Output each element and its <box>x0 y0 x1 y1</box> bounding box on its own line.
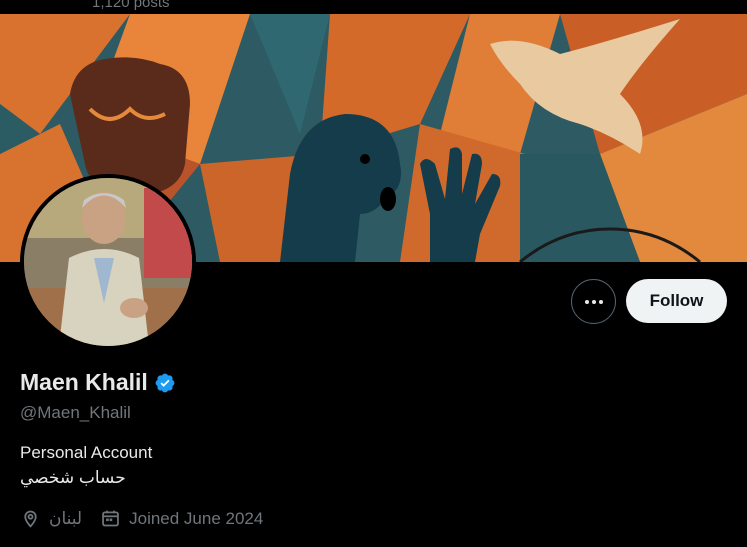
user-handle: @Maen_Khalil <box>20 403 131 422</box>
location-text: لبنان <box>49 508 83 528</box>
profile-avatar[interactable] <box>20 174 196 350</box>
profile-meta: لبنان Joined June 2024 <box>20 508 281 529</box>
verified-badge-icon[interactable] <box>154 372 176 394</box>
more-options-button[interactable] <box>571 279 616 324</box>
bio-line: Personal Account <box>20 443 153 462</box>
post-count: 1,120 posts <box>92 0 170 11</box>
more-horizontal-icon <box>584 299 603 304</box>
name-row: Maen Khalil <box>20 369 176 396</box>
bio-line: حساب شخصي <box>20 468 126 487</box>
top-bar: 1,120 posts <box>0 0 747 14</box>
display-name: Maen Khalil <box>20 369 148 395</box>
follow-button[interactable]: Follow <box>626 279 727 323</box>
calendar-icon <box>102 510 119 527</box>
location-pin-icon <box>24 510 37 528</box>
joined-date: Joined June 2024 <box>129 508 264 528</box>
avatar-photo <box>24 178 192 346</box>
joined-item: Joined June 2024 <box>100 508 263 529</box>
location-item: لبنان <box>20 508 82 529</box>
